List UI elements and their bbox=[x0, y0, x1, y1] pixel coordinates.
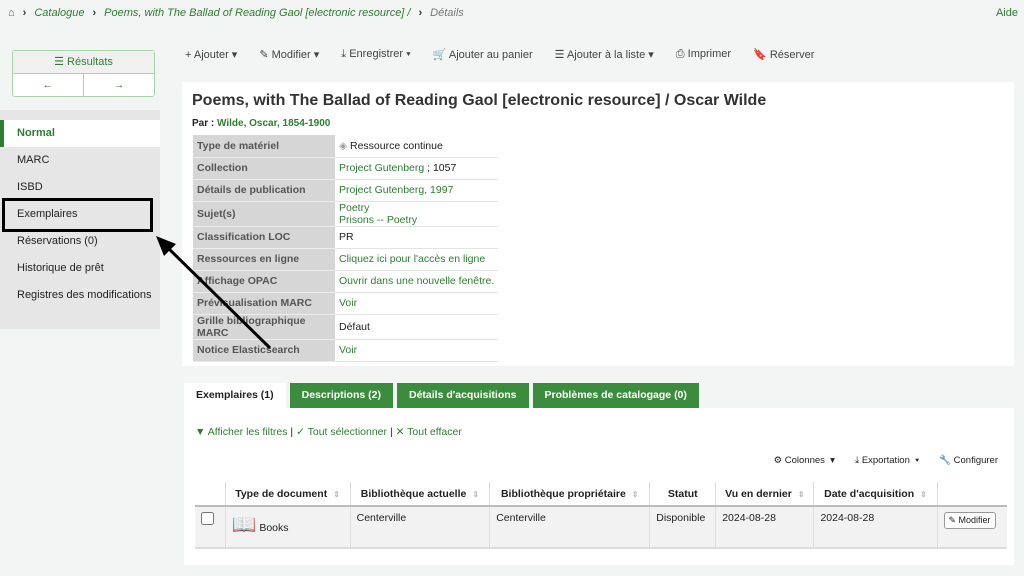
annotation-arrow bbox=[156, 236, 272, 350]
